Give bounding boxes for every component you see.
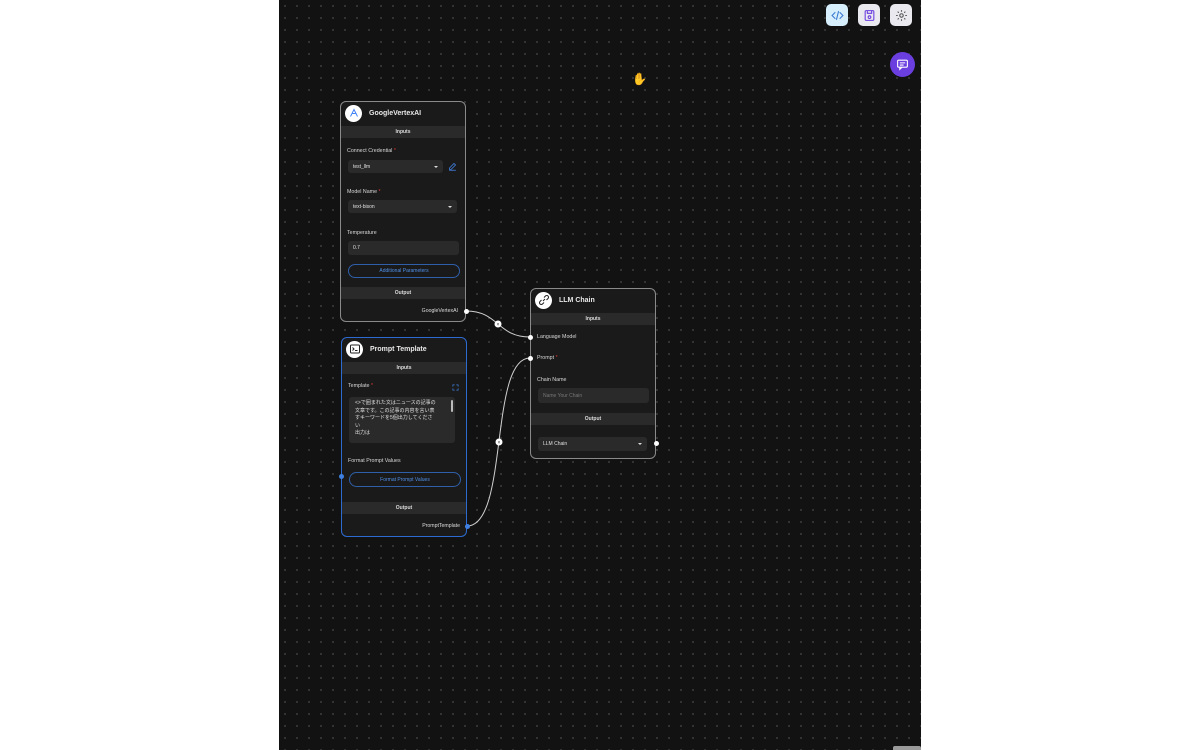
template-line: <>で囲まれた文はニュースの記事の bbox=[355, 400, 436, 406]
output-label: GoogleVertexAI bbox=[421, 308, 458, 314]
view-code-button[interactable] bbox=[826, 4, 848, 26]
textarea-scrollbar[interactable] bbox=[451, 400, 453, 412]
inputs-header: Inputs bbox=[531, 313, 655, 325]
credential-value: test_llm bbox=[353, 163, 371, 170]
template-label: Template * bbox=[348, 383, 374, 389]
node-google-vertex-ai[interactable]: GoogleVertexAI Inputs Connect Credential… bbox=[340, 101, 469, 322]
inputs-header: Inputs bbox=[342, 362, 466, 374]
save-icon bbox=[864, 9, 874, 21]
expand-icon[interactable] bbox=[452, 384, 459, 391]
model-name-label: Model Name * bbox=[347, 189, 381, 195]
chevron-down-icon bbox=[448, 205, 452, 208]
node-title: Prompt Template bbox=[370, 345, 427, 353]
edge-button-vertex bbox=[494, 320, 502, 328]
format-prompt-values-button[interactable]: Format Prompt Values bbox=[349, 472, 461, 487]
save-chatflow-button[interactable] bbox=[858, 4, 880, 26]
chain-name-label: Chain Name bbox=[537, 377, 567, 383]
code-icon bbox=[830, 10, 844, 20]
chain-name-placeholder: Name Your Chain bbox=[543, 392, 583, 399]
output-header: Output bbox=[341, 287, 465, 299]
temperature-input[interactable]: 0.7 bbox=[348, 241, 459, 255]
language-model-handle[interactable] bbox=[528, 335, 533, 340]
node-prompt-template[interactable]: Prompt Template Inputs Template * <>で囲まれ… bbox=[339, 337, 470, 537]
settings-button[interactable] bbox=[890, 4, 912, 26]
edge-button-prompt bbox=[495, 438, 503, 446]
template-line: すキーワードを5個出力してくださ bbox=[355, 415, 433, 422]
output-value: LLM Chain bbox=[543, 441, 568, 447]
output-header: Output bbox=[531, 413, 655, 425]
template-line: 出力は bbox=[355, 430, 371, 437]
svg-text:×: × bbox=[497, 322, 500, 328]
language-model-label: Language Model bbox=[537, 334, 577, 340]
temperature-label: Temperature bbox=[347, 230, 377, 236]
prompt-label: Prompt * bbox=[537, 355, 558, 361]
inputs-header: Inputs bbox=[341, 126, 465, 138]
chat-button[interactable] bbox=[890, 52, 915, 77]
svg-text:×: × bbox=[498, 440, 501, 446]
model-name-select[interactable]: text-bison bbox=[348, 200, 457, 213]
chevron-down-icon bbox=[638, 443, 642, 445]
additional-parameters-button[interactable]: Additional Parameters bbox=[348, 264, 460, 278]
chain-name-input[interactable]: Name Your Chain bbox=[538, 388, 649, 403]
horizontal-scrollbar[interactable] bbox=[893, 746, 921, 750]
credential-select[interactable]: test_llm bbox=[348, 160, 443, 173]
chevron-down-icon bbox=[434, 165, 438, 168]
node-llm-chain[interactable]: LLM Chain Inputs Language Model Prompt *… bbox=[528, 288, 659, 459]
node-header[interactable]: LLM Chain bbox=[531, 289, 655, 311]
output-handle[interactable] bbox=[654, 441, 659, 446]
chain-icon bbox=[535, 291, 552, 309]
format-prompt-values-label: Format Prompt Values bbox=[348, 458, 401, 464]
input-handle[interactable] bbox=[339, 474, 344, 479]
edge-prompt-to-chain bbox=[466, 357, 531, 527]
prompt-handle[interactable] bbox=[528, 356, 533, 361]
vertex-ai-icon bbox=[345, 104, 362, 122]
output-handle[interactable] bbox=[464, 309, 469, 314]
node-title: LLM Chain bbox=[559, 296, 595, 304]
flow-canvas[interactable]: × × ✋ GoogleVertexAI Inputs Connect Cred… bbox=[279, 0, 921, 750]
node-header[interactable]: Prompt Template bbox=[342, 338, 466, 360]
credential-label: Connect Credential * bbox=[347, 148, 396, 154]
node-title: GoogleVertexAI bbox=[369, 109, 422, 117]
pan-cursor-icon: ✋ bbox=[632, 72, 647, 86]
model-name-value: text-bison bbox=[353, 203, 375, 210]
edge-vertex-to-chain bbox=[465, 310, 531, 338]
chat-bubble-icon bbox=[897, 59, 908, 71]
edit-credential-icon[interactable] bbox=[448, 162, 457, 171]
node-header[interactable]: GoogleVertexAI bbox=[341, 102, 465, 124]
settings-icon bbox=[895, 9, 907, 21]
template-textarea[interactable]: <>で囲まれた文はニュースの記事の 文章です。この記事の内容を言い表 すキーワー… bbox=[349, 397, 455, 443]
terminal-icon bbox=[346, 340, 363, 358]
output-header: Output bbox=[342, 502, 466, 514]
output-label: PromptTemplate bbox=[422, 523, 460, 529]
output-handle[interactable] bbox=[465, 524, 470, 529]
output-select[interactable]: LLM Chain bbox=[538, 437, 647, 451]
